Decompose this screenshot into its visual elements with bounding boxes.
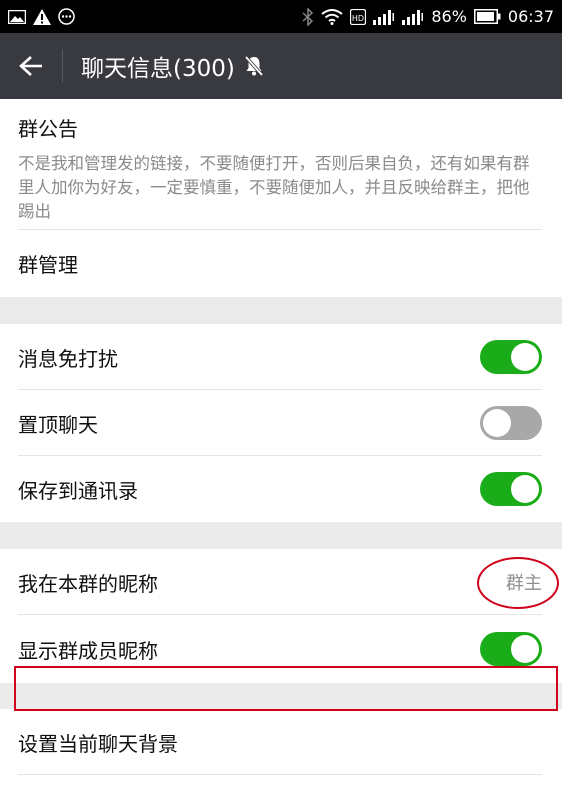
battery-level: 86% [431,7,467,26]
wifi-icon [321,8,343,25]
save-to-contacts-label: 保存到通讯录 [18,478,138,503]
back-button[interactable] [0,33,62,99]
save-to-contacts-row: 保存到通讯录 [0,456,562,522]
pin-chat-label: 置顶聊天 [18,412,98,437]
app-header: 聊天信息(300) [0,33,562,99]
section-gap [0,683,562,709]
group-notice-text: 不是我和管理发的链接，不要随便打开，否则后果自负，还有如果有群里人加你为好友，一… [18,154,530,221]
my-nickname-value: 群主 [506,573,542,594]
bluetooth-icon [302,7,314,26]
warning-icon [33,8,51,25]
group-notice[interactable]: 群公告 不是我和管理发的链接，不要随便打开，否则后果自负，还有如果有群里人加你为… [0,99,562,230]
show-member-nicknames-label: 显示群成员昵称 [18,638,158,663]
svg-text:HD: HD [352,14,364,23]
chat-bubble-icon [58,8,75,25]
do-not-disturb-toggle[interactable] [480,340,542,374]
background-section: 设置当前聊天背景 [0,709,562,792]
signal-icon [373,9,395,25]
chat-background-label: 设置当前聊天背景 [18,731,178,756]
do-not-disturb-row: 消息免打扰 [0,324,562,390]
status-time: 06:37 [507,7,554,26]
chat-background-row[interactable]: 设置当前聊天背景 [0,709,562,775]
image-icon [8,9,26,24]
group-manage-label: 群管理 [18,253,78,277]
list-continuation [0,775,562,792]
section-gap [0,522,562,549]
back-arrow-icon [19,55,43,77]
page-title: 聊天信息(300) [81,56,235,82]
signal-icon [402,9,424,25]
hd-icon: HD [350,8,367,25]
show-member-nicknames-row: 显示群成员昵称 [0,615,562,683]
nickname-section: 我在本群的昵称 群主 显示群成员昵称 [0,549,562,683]
chat-settings-section: 消息免打扰 置顶聊天 保存到通讯录 [0,324,562,522]
battery-icon [473,9,501,24]
mute-bell-icon [244,55,264,77]
status-bar: HD 86% 06:37 [0,0,562,33]
pin-chat-toggle[interactable] [480,406,542,440]
group-notice-title: 群公告 [18,117,78,141]
my-nickname-label: 我在本群的昵称 [18,571,158,596]
show-member-nicknames-toggle[interactable] [480,632,542,666]
save-to-contacts-toggle[interactable] [480,472,542,506]
header-divider [62,49,63,83]
group-manage-row[interactable]: 群管理 [0,230,562,297]
group-info-section: 群公告 不是我和管理发的链接，不要随便打开，否则后果自负，还有如果有群里人加你为… [0,99,562,297]
my-nickname-row[interactable]: 我在本群的昵称 群主 [0,549,562,615]
section-gap [0,297,562,324]
pin-chat-row: 置顶聊天 [0,390,562,456]
do-not-disturb-label: 消息免打扰 [18,346,118,371]
